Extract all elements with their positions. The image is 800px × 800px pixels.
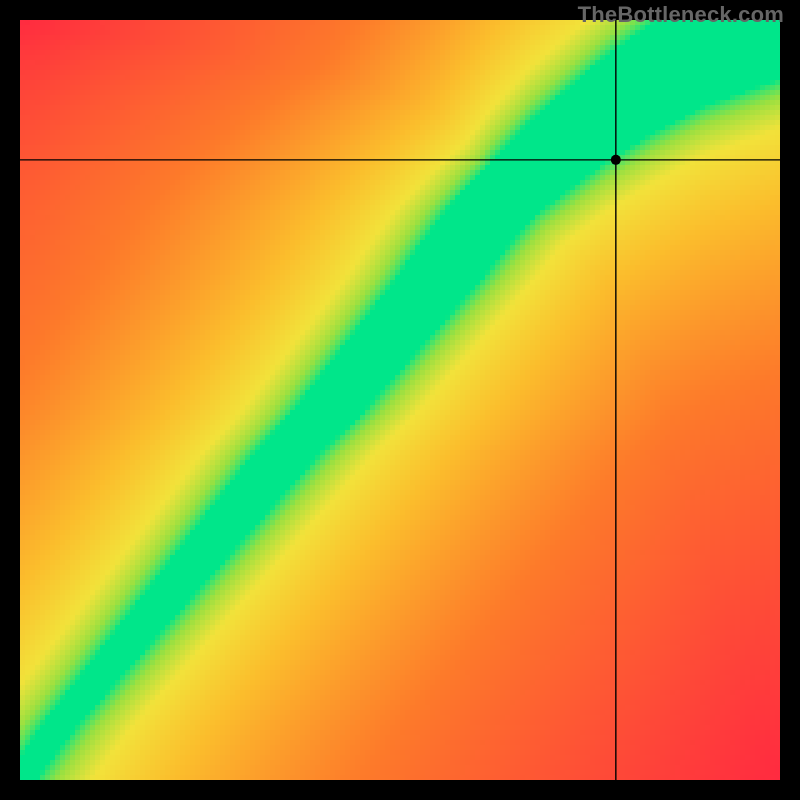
bottleneck-heatmap bbox=[20, 20, 780, 780]
chart-container: TheBottleneck.com bbox=[0, 0, 800, 800]
watermark-label: TheBottleneck.com bbox=[578, 2, 784, 28]
